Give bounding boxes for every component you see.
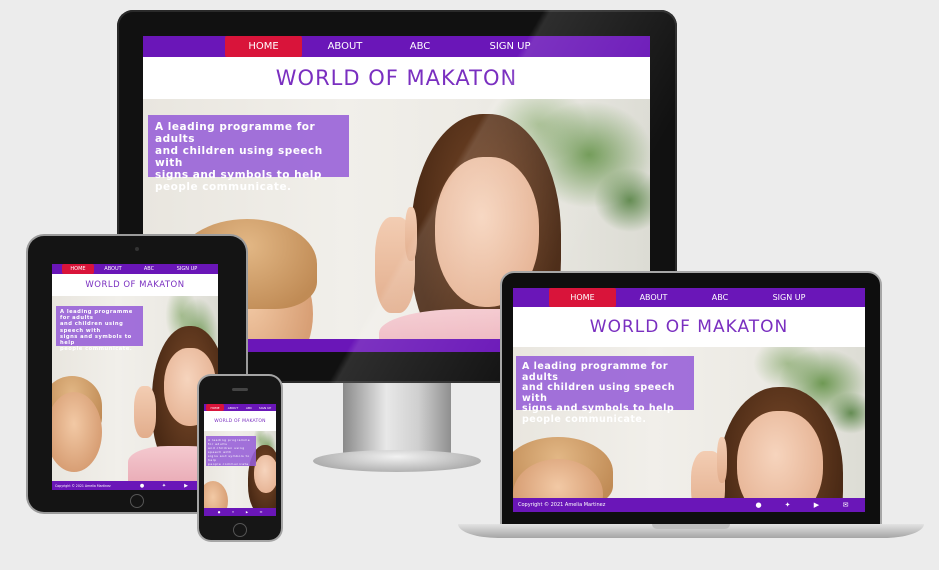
page-title: WORLD OF MAKATON xyxy=(52,274,218,296)
tagline-line: people communicate. xyxy=(208,462,251,466)
nav-about[interactable]: ABOUT xyxy=(616,288,691,307)
tagline-line: and children using speech with xyxy=(60,321,124,334)
nav-home[interactable]: HOME xyxy=(62,264,94,274)
tagline-line: and children using speech with xyxy=(208,446,245,454)
footer: Copyright © 2021 Amelia Martinez ● ✦ ▶ ✉ xyxy=(513,498,865,512)
tagline-line: and children using speech with xyxy=(155,145,323,169)
footer: ● ✦ ▶ ✉ xyxy=(204,508,276,516)
nav-signup[interactable]: SIGN UP xyxy=(452,36,568,57)
nav-home[interactable]: HOME xyxy=(549,288,616,307)
girl-face xyxy=(254,455,276,493)
twitter-icon[interactable]: ✦ xyxy=(226,510,240,514)
girl-face xyxy=(737,411,823,512)
copyright-text: Copyright © 2021 Amelia Martinez xyxy=(518,502,606,508)
facebook-icon[interactable]: ● xyxy=(212,510,226,514)
facebook-icon[interactable]: ● xyxy=(131,483,153,489)
tagline-line: and children using speech with xyxy=(522,382,675,404)
tablet-home-button xyxy=(130,494,144,508)
nav-about[interactable]: ABOUT xyxy=(94,264,132,274)
hand-finger xyxy=(717,437,727,483)
copyright-text: Copyright © 2021 Amelia Martinez xyxy=(55,483,111,488)
youtube-icon[interactable]: ▶ xyxy=(175,483,197,489)
nav-about[interactable]: ABOUT xyxy=(302,36,388,57)
imac-stand xyxy=(343,383,451,453)
envelope-icon[interactable]: ✉ xyxy=(254,510,268,514)
tagline-line: signs and symbols to help xyxy=(522,403,675,414)
nav-home[interactable]: HOME xyxy=(225,36,302,57)
tagline-line: A leading programme for adults xyxy=(155,121,316,145)
facebook-icon[interactable]: ● xyxy=(744,501,773,509)
tagline-box: A leading programme for adults and child… xyxy=(148,115,349,193)
nav-signup[interactable]: SIGN UP xyxy=(166,264,208,274)
nav-abc[interactable]: ABC xyxy=(242,404,256,411)
tablet-screen: HOME ABOUT ABC SIGN UP WORLD OF MAKATON … xyxy=(52,264,218,490)
tagline-box: A leading programme for adults and child… xyxy=(516,356,694,424)
hand-sign xyxy=(134,386,156,438)
laptop-notch xyxy=(652,524,730,529)
nav-abc[interactable]: ABC xyxy=(388,36,452,57)
tablet-camera xyxy=(135,247,139,251)
youtube-icon[interactable]: ▶ xyxy=(802,501,831,509)
nav-bar: HOME ABOUT ABC SIGN UP xyxy=(513,288,865,307)
page-title: WORLD OF MAKATON xyxy=(513,307,865,347)
nav-home[interactable]: HOME xyxy=(206,404,224,411)
laptop-screen: HOME ABOUT ABC SIGN UP WORLD OF MAKATON … xyxy=(513,288,865,512)
footer-icons: ● ✦ ▶ ✉ xyxy=(744,501,860,509)
tagline-line: people communicate. xyxy=(60,346,133,353)
nav-bar: HOME ABOUT ABC SIGN UP xyxy=(52,264,218,274)
tagline-line: A leading programme for adults xyxy=(208,438,251,446)
nav-signup[interactable]: SIGN UP xyxy=(256,404,274,411)
tagline-box: A leading programme for adults and child… xyxy=(206,436,256,466)
tagline-line: signs and symbols to help xyxy=(208,454,250,462)
envelope-icon[interactable]: ✉ xyxy=(831,501,860,509)
hand-finger xyxy=(405,207,417,261)
phone-speaker xyxy=(232,388,248,391)
nav-signup[interactable]: SIGN UP xyxy=(749,288,829,307)
child-figure xyxy=(52,392,102,472)
nav-bar: HOME ABOUT ABC SIGN UP xyxy=(204,404,276,411)
tagline-line: A leading programme for adults xyxy=(60,309,133,322)
footer: Copyright © 2021 Amelia Martinez ● ✦ ▶ ✉ xyxy=(52,481,218,490)
phone-screen: HOME ABOUT ABC SIGN UP WORLD OF MAKATON … xyxy=(204,404,276,516)
page-title: WORLD OF MAKATON xyxy=(204,411,276,431)
nav-abc[interactable]: ABC xyxy=(132,264,166,274)
tagline-line: A leading programme for adults xyxy=(522,361,668,383)
tagline-line: signs and symbols to help xyxy=(155,169,322,181)
twitter-icon[interactable]: ✦ xyxy=(153,483,175,489)
tagline-line: signs and symbols to help xyxy=(60,333,132,347)
nav-about[interactable]: ABOUT xyxy=(224,404,242,411)
phone-home-button xyxy=(233,523,247,537)
tagline-line: people communicate. xyxy=(522,413,647,425)
imac-stand-base xyxy=(313,450,481,472)
youtube-icon[interactable]: ▶ xyxy=(240,510,254,514)
nav-bar: HOME ABOUT ABC SIGN UP xyxy=(143,36,650,57)
twitter-icon[interactable]: ✦ xyxy=(773,501,802,509)
nav-abc[interactable]: ABC xyxy=(691,288,749,307)
tagline-box: A leading programme for adults and child… xyxy=(56,306,143,352)
page-title: WORLD OF MAKATON xyxy=(143,57,650,99)
tagline-line: people communicate. xyxy=(155,181,292,193)
footer-icons: ● ✦ ▶ ✉ xyxy=(212,510,268,514)
